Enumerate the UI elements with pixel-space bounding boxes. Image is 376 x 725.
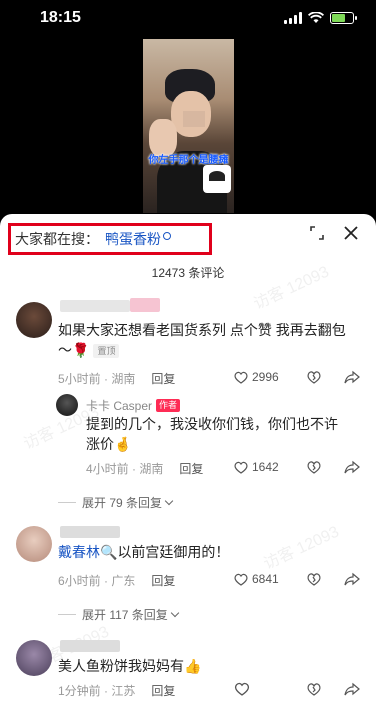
- reply-button[interactable]: 回复: [151, 370, 175, 387]
- search-suggestion[interactable]: 大家都在搜： 鸭蛋香粉: [8, 223, 212, 255]
- reply-button[interactable]: 回复: [179, 460, 203, 477]
- comment-meta: 4小时前 · 湖南 回复: [86, 460, 204, 477]
- wifi-icon: [308, 12, 324, 23]
- username-blurred[interactable]: [60, 526, 120, 538]
- search-keyword-link[interactable]: 鸭蛋香粉: [105, 229, 161, 249]
- avatar[interactable]: [16, 302, 52, 338]
- comment-text: 如果大家还想看老国货系列 点个赞 我再去翻包 ～🌹 置顶: [58, 322, 346, 359]
- reply-button[interactable]: 回复: [151, 682, 175, 699]
- sticker-image: [203, 165, 231, 193]
- comment-sheet: 访客 12093 访客 12093 访客 12093 访客 12093 大家都在…: [0, 214, 376, 725]
- comment-meta: 6小时前 · 广东 回复: [58, 572, 176, 589]
- search-icon: [163, 232, 171, 240]
- comment-text: 提到的几个，我没收你们钱，你们也不许 涨价🤞: [86, 416, 338, 452]
- signal-icon: [284, 12, 302, 24]
- avatar[interactable]: [16, 526, 52, 562]
- comment-item: 如果大家还想看老国货系列 点个赞 我再去翻包 ～🌹 置顶 5小时前 · 湖南 回复…: [0, 298, 376, 388]
- like-button[interactable]: 6841: [234, 572, 279, 586]
- heart-icon[interactable]: [234, 682, 250, 696]
- dislike-icon[interactable]: [306, 682, 322, 696]
- username-blurred[interactable]: [60, 300, 130, 312]
- comment-text: 美人鱼粉饼我妈妈有👍: [58, 658, 202, 674]
- comment-count: 12473 条评论: [151, 266, 225, 280]
- like-button[interactable]: 2996: [234, 370, 279, 384]
- author-name[interactable]: 卡卡 Casper: [86, 397, 152, 414]
- close-icon[interactable]: [342, 224, 360, 242]
- author-tag: 作者: [156, 399, 181, 412]
- expand-replies-button[interactable]: 展开 117 条回复: [58, 606, 180, 623]
- chevron-down-icon: [170, 608, 180, 617]
- expand-icon[interactable]: [310, 226, 324, 240]
- share-icon[interactable]: [344, 682, 360, 696]
- comment-text: 戴春林🔍以前宫廷御用的！: [58, 544, 230, 560]
- reply-item: 卡卡 Casper 作者 提到的几个，我没收你们钱，你们也不许 涨价🤞 4小时前…: [0, 394, 376, 510]
- mention-link[interactable]: 戴春林🔍: [58, 544, 117, 560]
- heart-icon: [234, 573, 248, 586]
- author-avatar[interactable]: [56, 394, 78, 416]
- heart-icon: [234, 371, 248, 384]
- dislike-icon[interactable]: [306, 460, 322, 474]
- status-time: 18:15: [40, 9, 81, 26]
- avatar[interactable]: [16, 640, 52, 676]
- comment-meta: 1分钟前 · 江苏 回复: [58, 682, 176, 699]
- video-player[interactable]: 你左手那个是腰瘫: [143, 39, 234, 213]
- username-blurred[interactable]: [60, 640, 120, 652]
- share-icon[interactable]: [344, 460, 360, 474]
- comment-item: 美人鱼粉饼我妈妈有👍 1分钟前 · 江苏 回复: [0, 636, 376, 725]
- dislike-icon[interactable]: [306, 370, 322, 384]
- comment-meta: 5小时前 · 湖南 回复: [58, 370, 176, 387]
- expand-replies-button[interactable]: 展开 79 条回复: [58, 494, 174, 511]
- pinned-tag: 置顶: [93, 344, 120, 359]
- video-caption: 你左手那个是腰瘫: [148, 155, 229, 166]
- share-icon[interactable]: [344, 572, 360, 586]
- user-badge: [130, 298, 160, 312]
- battery-icon: [330, 12, 357, 24]
- comment-item: 戴春林🔍以前宫廷御用的！ 6小时前 · 广东 回复 6841 展开 117 条回…: [0, 522, 376, 622]
- share-icon[interactable]: [344, 370, 360, 384]
- status-bar: 18:15: [0, 0, 376, 40]
- dislike-icon[interactable]: [306, 572, 322, 586]
- heart-icon: [234, 461, 248, 474]
- like-button[interactable]: 1642: [234, 460, 279, 474]
- author-name-row: 卡卡 Casper 作者: [86, 397, 181, 414]
- reply-button[interactable]: 回复: [151, 572, 175, 589]
- chevron-down-icon: [164, 496, 174, 505]
- status-icons: [284, 12, 357, 24]
- search-suggestion-label: 大家都在搜：: [15, 231, 99, 247]
